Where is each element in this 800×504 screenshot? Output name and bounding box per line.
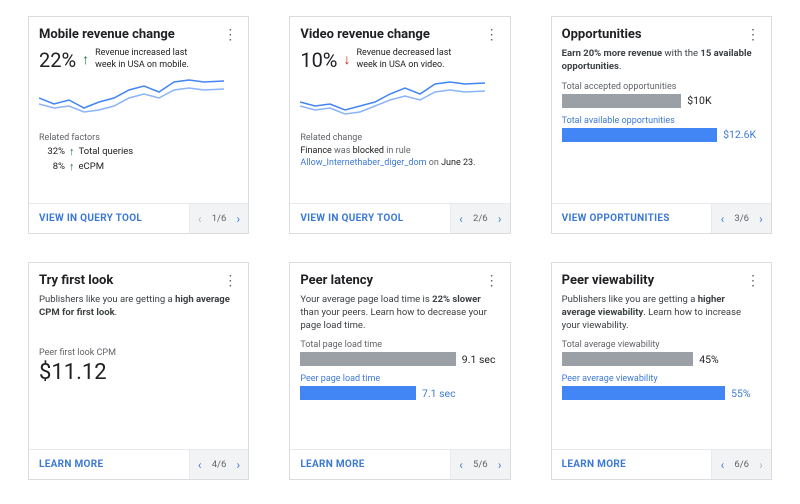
bar-value: 55% bbox=[731, 387, 751, 400]
card-title: Peer viewability bbox=[562, 273, 654, 288]
chevron-left-icon[interactable]: ‹ bbox=[451, 450, 471, 480]
bar-peer-load bbox=[300, 386, 416, 400]
metric-pct: 10% bbox=[300, 48, 337, 72]
card-title: Opportunities bbox=[562, 27, 642, 42]
chevron-right-icon[interactable]: › bbox=[228, 450, 248, 480]
view-in-query-tool-link[interactable]: VIEW IN QUERY TOOL bbox=[29, 204, 189, 233]
card-peer-viewability: Peer viewability ⋮ Publishers like you a… bbox=[551, 262, 772, 480]
card-video-revenue: Video revenue change ⋮ 10% ↓ Revenue dec… bbox=[289, 16, 510, 234]
more-icon[interactable]: ⋮ bbox=[223, 274, 238, 288]
chevron-right-icon[interactable]: › bbox=[751, 450, 771, 480]
chevron-right-icon[interactable]: › bbox=[490, 450, 510, 480]
chevron-right-icon[interactable]: › bbox=[490, 204, 510, 234]
page-indicator: 3/6 bbox=[732, 213, 751, 224]
pager: ‹ 2/6 › bbox=[450, 204, 510, 233]
bar-value: 7.1 sec bbox=[422, 387, 456, 400]
pager: ‹ 4/6 › bbox=[189, 450, 249, 479]
arrow-up-icon: ↑ bbox=[82, 51, 89, 68]
bar-label: Peer page load time bbox=[300, 374, 499, 384]
card-first-look: Try first look ⋮ Publishers like you are… bbox=[28, 262, 249, 480]
bar-label: Peer first look CPM bbox=[39, 348, 238, 358]
opportunities-desc: Earn 20% more revenue with the 15 availa… bbox=[562, 48, 761, 74]
bar-value: 45% bbox=[699, 353, 719, 366]
pager: ‹ 5/6 › bbox=[450, 450, 510, 479]
latency-desc: Your average page load time is 22% slowe… bbox=[300, 294, 499, 332]
bar-total-load bbox=[300, 352, 455, 366]
more-icon[interactable]: ⋮ bbox=[746, 274, 761, 288]
card-title: Video revenue change bbox=[300, 27, 430, 42]
arrow-up-icon: ↑ bbox=[69, 145, 75, 158]
card-title: Peer latency bbox=[300, 273, 373, 288]
page-indicator: 6/6 bbox=[732, 459, 751, 470]
arrow-down-icon: ↓ bbox=[343, 51, 350, 68]
chevron-right-icon[interactable]: › bbox=[751, 204, 771, 234]
factor-row: 32% ↑ Total queries bbox=[39, 145, 238, 158]
learn-more-link[interactable]: LEARN MORE bbox=[290, 450, 450, 479]
factor-row: 8% ↑ eCPM bbox=[39, 160, 238, 173]
chevron-left-icon[interactable]: ‹ bbox=[190, 450, 210, 480]
related-change-label: Related change bbox=[300, 133, 499, 143]
chevron-left-icon[interactable]: ‹ bbox=[712, 204, 732, 234]
metric-pct: 22% bbox=[39, 48, 76, 72]
learn-more-link[interactable]: LEARN MORE bbox=[29, 450, 189, 479]
rule-link[interactable]: Allow_Internethaber_diger_dom bbox=[300, 158, 426, 168]
chevron-left-icon[interactable]: ‹ bbox=[190, 204, 210, 234]
page-indicator: 4/6 bbox=[210, 459, 229, 470]
bar-peer-view bbox=[562, 386, 725, 400]
bar-accepted bbox=[562, 94, 682, 108]
viewability-desc: Publishers like you are getting a higher… bbox=[562, 294, 761, 332]
bar-label: Total available opportunities bbox=[562, 116, 761, 126]
bar-available bbox=[562, 128, 717, 142]
first-look-desc: Publishers like you are getting a high a… bbox=[39, 294, 238, 320]
bar-value: $12.6K bbox=[723, 128, 756, 141]
bar-total-view bbox=[562, 352, 694, 366]
trend-chart bbox=[39, 76, 238, 129]
page-indicator: 1/6 bbox=[210, 213, 229, 224]
bar-label: Total page load time bbox=[300, 340, 499, 350]
metric-desc: Revenue increased lastweek in USA on mob… bbox=[95, 48, 238, 71]
metric-desc: Revenue decreased lastweek in USA on vid… bbox=[356, 48, 499, 71]
chevron-left-icon[interactable]: ‹ bbox=[451, 204, 471, 234]
more-icon[interactable]: ⋮ bbox=[746, 28, 761, 42]
page-indicator: 2/6 bbox=[471, 213, 490, 224]
learn-more-link[interactable]: LEARN MORE bbox=[552, 450, 712, 479]
related-change-text: Finance was blocked in rule Allow_Intern… bbox=[300, 145, 499, 169]
trend-chart bbox=[300, 76, 499, 129]
bar-value: $10K bbox=[687, 94, 711, 107]
view-opportunities-link[interactable]: VIEW OPPORTUNITIES bbox=[552, 204, 712, 233]
card-opportunities: Opportunities ⋮ Earn 20% more revenue wi… bbox=[551, 16, 772, 234]
more-icon[interactable]: ⋮ bbox=[485, 28, 500, 42]
bar-label: Total average viewability bbox=[562, 340, 761, 350]
card-mobile-revenue: Mobile revenue change ⋮ 22% ↑ Revenue in… bbox=[28, 16, 249, 234]
first-look-cpm: $11.12 bbox=[39, 360, 238, 385]
bar-label: Peer average viewability bbox=[562, 374, 761, 384]
pager: ‹ 6/6 › bbox=[711, 450, 771, 479]
more-icon[interactable]: ⋮ bbox=[223, 28, 238, 42]
card-peer-latency: Peer latency ⋮ Your average page load ti… bbox=[289, 262, 510, 480]
bar-label: Total accepted opportunities bbox=[562, 82, 761, 92]
chevron-right-icon[interactable]: › bbox=[228, 204, 248, 234]
page-indicator: 5/6 bbox=[471, 459, 490, 470]
pager: ‹ 3/6 › bbox=[711, 204, 771, 233]
bar-value: 9.1 sec bbox=[462, 353, 496, 366]
arrow-up-icon: ↑ bbox=[69, 160, 75, 173]
view-in-query-tool-link[interactable]: VIEW IN QUERY TOOL bbox=[290, 204, 450, 233]
pager: ‹ 1/6 › bbox=[189, 204, 249, 233]
chevron-left-icon[interactable]: ‹ bbox=[712, 450, 732, 480]
card-title: Try first look bbox=[39, 273, 113, 288]
related-factors-label: Related factors bbox=[39, 133, 238, 143]
card-title: Mobile revenue change bbox=[39, 27, 175, 42]
more-icon[interactable]: ⋮ bbox=[485, 274, 500, 288]
